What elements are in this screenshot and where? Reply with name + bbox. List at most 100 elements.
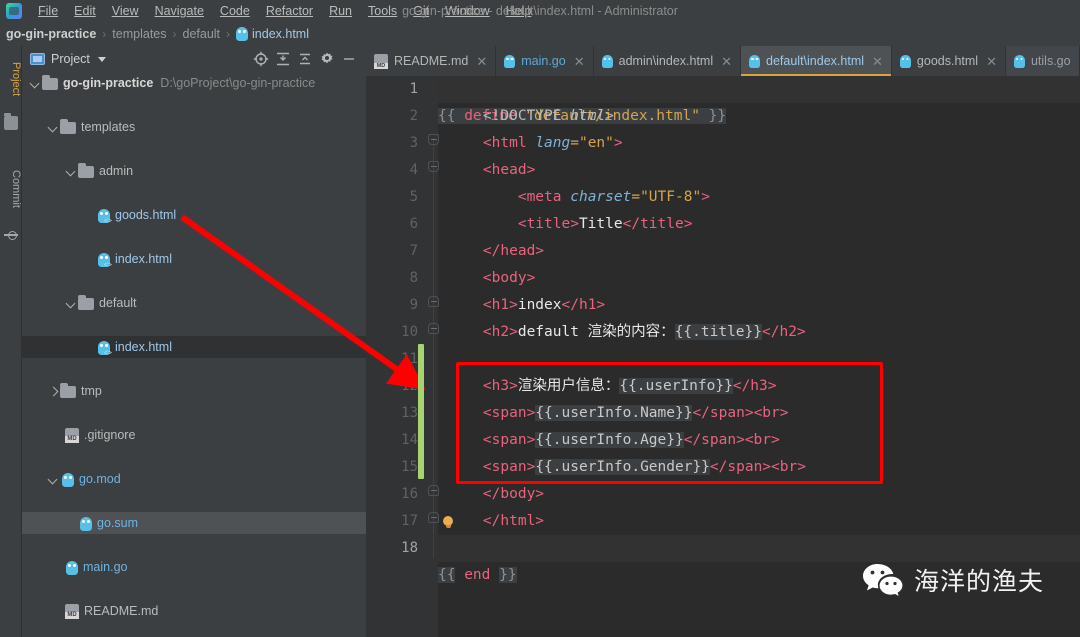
- menu-item-edit[interactable]: Edit: [66, 2, 104, 20]
- tree-label: main.go: [83, 560, 128, 574]
- hide-panel-icon[interactable]: [338, 48, 360, 70]
- tree-row-main-go[interactable]: main.go: [22, 556, 366, 578]
- tab-goods-html[interactable]: goods.html ✕: [892, 46, 1006, 76]
- menu-item-help[interactable]: Help: [498, 2, 540, 20]
- commit-icon[interactable]: [4, 228, 18, 242]
- tree-row-readme-md[interactable]: README.md: [22, 600, 366, 622]
- tree-label: default: [99, 296, 137, 310]
- sidebar-tab-project[interactable]: Project: [0, 50, 22, 108]
- html-file-icon: <>: [98, 208, 112, 225]
- breadcrumb-item-default[interactable]: default: [183, 27, 221, 41]
- code-line-3[interactable]: <html lang="en">: [438, 130, 1080, 157]
- gutter-marker-column[interactable]: [428, 76, 439, 637]
- intention-bulb-icon[interactable]: [442, 516, 454, 530]
- tree-row-go-gin-practice[interactable]: go-gin-practice D:\goProject\go-gin-prac…: [22, 72, 366, 94]
- tree-label: index.html: [115, 252, 172, 266]
- chevron-down-icon[interactable]: [46, 120, 60, 134]
- line-number: 15: [401, 459, 418, 475]
- goland-logo-icon: [6, 3, 22, 19]
- menu-item-window[interactable]: Window: [437, 2, 497, 20]
- token-h2-text: default 渲染的内容：: [517, 324, 675, 340]
- chevron-down-icon[interactable]: [97, 56, 106, 62]
- tab-close-icon[interactable]: ✕: [872, 55, 883, 68]
- tree-row-default[interactable]: default: [22, 292, 366, 314]
- settings-gear-icon[interactable]: [316, 48, 338, 70]
- token-template-close: }}: [499, 567, 517, 583]
- breadcrumb-item-file[interactable]: index.html: [252, 27, 309, 41]
- tree-row-go-sum[interactable]: go.sum: [22, 512, 366, 534]
- menu-item-tools[interactable]: Tools: [360, 2, 405, 20]
- code-line-4[interactable]: <head>: [438, 157, 1080, 184]
- chevron-down-icon[interactable]: [64, 296, 78, 310]
- token-br: <br>: [771, 459, 806, 475]
- select-opened-file-icon[interactable]: [250, 48, 272, 70]
- tab-main-go[interactable]: main.go ✕: [496, 46, 594, 76]
- tree-row-gitignore[interactable]: .gitignore: [22, 424, 366, 446]
- line-number: 4: [409, 162, 418, 178]
- line-number: 17: [401, 513, 418, 529]
- chevron-down-icon[interactable]: [28, 76, 42, 90]
- folder-icon: [78, 295, 94, 310]
- token-span-close: </span>: [692, 405, 754, 421]
- tree-row-admin-index-html[interactable]: <> index.html: [22, 248, 366, 270]
- chevron-down-icon[interactable]: [46, 472, 60, 486]
- token-h2-close: </h2>: [762, 324, 806, 340]
- menu-item-git[interactable]: Git: [405, 2, 437, 20]
- tree-label: tmp: [81, 384, 102, 398]
- code-line-12[interactable]: <h3>渲染用户信息：{{.userInfo}}</h3>: [438, 373, 1080, 400]
- token-charset-value: ="UTF-8": [631, 189, 702, 205]
- chevron-right-icon[interactable]: [46, 384, 60, 398]
- menu-item-navigate[interactable]: Navigate: [147, 2, 212, 20]
- code-line-5[interactable]: <meta charset="UTF-8">: [438, 184, 1080, 211]
- breadcrumb-item-project[interactable]: go-gin-practice: [6, 27, 96, 41]
- tab-close-icon[interactable]: ✕: [721, 55, 732, 68]
- code-line-9[interactable]: <h1>index</h1>: [438, 292, 1080, 319]
- tree-row-goods-html[interactable]: <> goods.html: [22, 204, 366, 226]
- menu-item-run[interactable]: Run: [321, 2, 360, 20]
- token-h3-text: 渲染用户信息：: [517, 378, 620, 394]
- code-line-18[interactable]: {{ end }}: [438, 535, 1080, 583]
- code-line-1[interactable]: {{ define "default/index.html" }}: [438, 76, 1080, 124]
- menu-item-refactor[interactable]: Refactor: [258, 2, 321, 20]
- code-line-15[interactable]: <span>{{.userInfo.Gender}}</span><br>: [438, 454, 1080, 481]
- expand-all-icon[interactable]: [272, 48, 294, 70]
- tree-row-admin[interactable]: admin: [22, 160, 366, 182]
- html-file-icon: [899, 54, 911, 68]
- code-line-11[interactable]: [438, 346, 1080, 373]
- folder-icon[interactable]: [4, 113, 18, 130]
- code-line-14[interactable]: <span>{{.userInfo.Age}}</span><br>: [438, 427, 1080, 454]
- code-content[interactable]: {{ define "default/index.html" }} <!DOCT…: [438, 76, 1080, 637]
- code-line-16[interactable]: </body>: [438, 481, 1080, 508]
- tab-admin-index-html[interactable]: admin\index.html ✕: [594, 46, 742, 76]
- breadcrumb-item-templates[interactable]: templates: [112, 27, 166, 41]
- line-number: 2: [409, 108, 418, 124]
- tree-row-default-index-html[interactable]: <> index.html: [22, 336, 366, 358]
- tab-close-icon[interactable]: ✕: [986, 55, 997, 68]
- menu-item-code[interactable]: Code: [212, 2, 258, 20]
- sidebar-tab-commit[interactable]: Commit: [0, 158, 22, 220]
- code-line-8[interactable]: <body>: [438, 265, 1080, 292]
- code-line-10[interactable]: <h2>default 渲染的内容：{{.title}}</h2>: [438, 319, 1080, 346]
- code-line-6[interactable]: <title>Title</title>: [438, 211, 1080, 238]
- tree-row-go-mod[interactable]: go.mod: [22, 468, 366, 490]
- collapse-all-icon[interactable]: [294, 48, 316, 70]
- vcs-change-marker[interactable]: [418, 344, 424, 479]
- chevron-down-icon[interactable]: [64, 164, 78, 178]
- menu-item-file[interactable]: File: [30, 2, 66, 20]
- tree-row-templates[interactable]: templates: [22, 116, 366, 138]
- code-editor[interactable]: 1 2 3 4 5 6 7 8 9 10 11 12 13 14 15 16 1…: [366, 76, 1080, 637]
- menu-item-view[interactable]: View: [104, 2, 147, 20]
- code-line-7[interactable]: </head>: [438, 238, 1080, 265]
- code-line-17[interactable]: </html>: [438, 508, 1080, 535]
- code-line-2[interactable]: <!DOCTYPE html>: [438, 103, 1080, 130]
- tab-close-icon[interactable]: ✕: [476, 55, 487, 68]
- line-number: 14: [401, 432, 418, 448]
- tab-default-index-html[interactable]: default\index.html ✕: [741, 46, 892, 76]
- tab-close-icon[interactable]: ✕: [574, 55, 585, 68]
- wechat-logo-icon: [863, 564, 904, 597]
- tab-utils-go[interactable]: utils.go: [1005, 46, 1080, 76]
- token-head-close: </head>: [482, 243, 545, 259]
- tab-readme-md[interactable]: README.md ✕: [366, 46, 497, 76]
- code-line-13[interactable]: <span>{{.userInfo.Name}}</span><br>: [438, 400, 1080, 427]
- tree-row-tmp[interactable]: tmp: [22, 380, 366, 402]
